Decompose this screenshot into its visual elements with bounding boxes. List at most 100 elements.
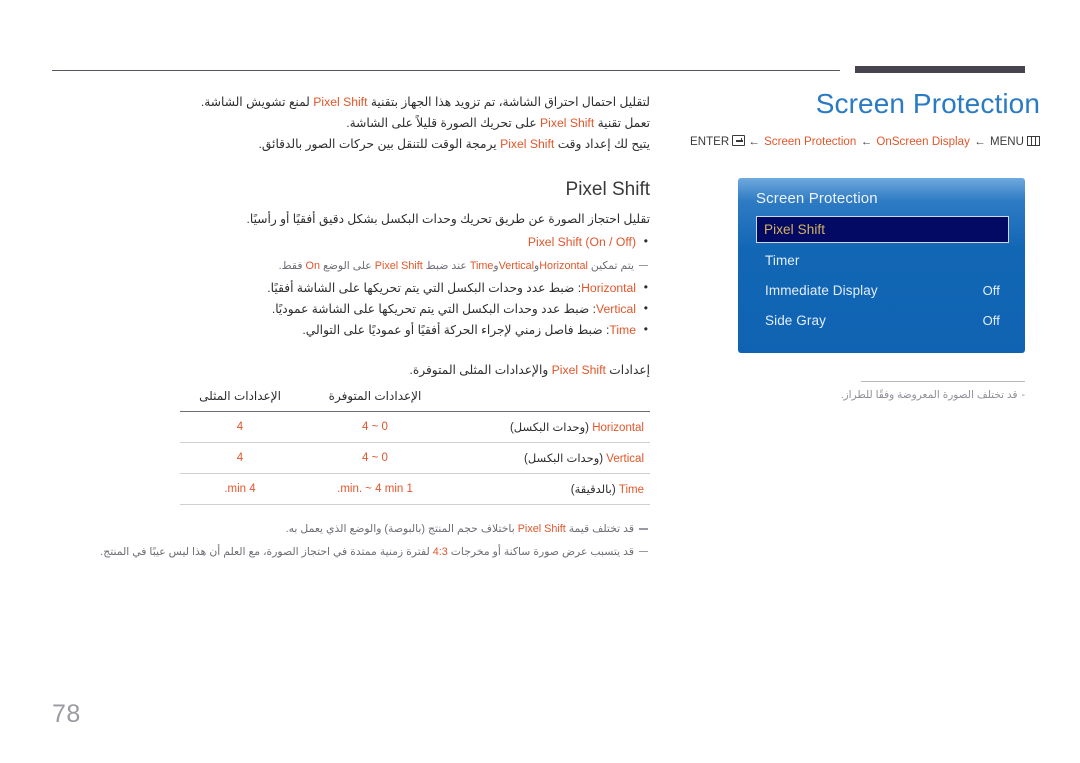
table-body: Horizontal (وحدات البكسل) 0 ~ 4 4 Vertic… [180, 411, 650, 506]
table-caption: إعدادات Pixel Shift والإعدادات المثلى ال… [52, 361, 650, 381]
bullet-text: : ضبط عدد وحدات البكسل التي يتم تحريكها … [267, 280, 582, 295]
table-header-row: الإعدادات المتوفرة الإعدادات المثلى [180, 386, 650, 412]
bottom-notes: قد تختلف قيمة Pixel Shift باختلاف حجم ال… [52, 521, 650, 561]
dash-note-kw-on: On [305, 259, 320, 272]
intro-keyword: Pixel Shift [500, 136, 555, 151]
table-header-optimum: الإعدادات المثلى [199, 389, 281, 404]
osd-item-label: Timer [765, 252, 800, 268]
table-caption-b: والإعدادات المثلى المتوفرة. [409, 362, 549, 377]
table-cell-name: Vertical (وحدات البكسل) [450, 442, 650, 475]
right-note-divider [861, 381, 1025, 382]
table-cell-name: Time (بالدقيقة) [450, 473, 650, 506]
breadcrumb-item-onscreen-display[interactable]: OnScreen Display [876, 136, 969, 148]
table-row: Time (بالدقيقة) 1 min. ~ 4 min. 4 min. [180, 473, 650, 506]
table-header-name [450, 386, 650, 412]
bullet-keyword: Horizontal [581, 280, 636, 295]
bullet-onoff-label: Pixel Shift (On / Off) [527, 234, 636, 249]
intro-line-1-b: لمنع تشويش الشاشة. [200, 95, 310, 109]
table-cell-unit: (وحدات البكسل) [524, 453, 607, 466]
section-description: تقليل احتجاز الصورة عن طريق تحريك وحدات … [246, 211, 650, 226]
osd-item-timer[interactable]: Timer [756, 245, 1009, 275]
breadcrumb-menu-label: MENU [989, 136, 1024, 149]
bottom-note-1-a: قد تختلف قيمة [568, 523, 634, 536]
dash-note-f: فقط. [278, 259, 303, 272]
table-cell-available: 1 min. ~ 4 min. [300, 473, 450, 506]
list-item: Horizontal: ضبط عدد وحدات البكسل التي يت… [52, 277, 650, 299]
osd-item-label: Side Gray [765, 312, 826, 328]
osd-item-value: Off [982, 282, 1000, 298]
table-cell-keyword: Time [618, 484, 644, 497]
intro-keyword: Pixel Shift [540, 115, 595, 130]
table-cell-name: Horizontal (وحدات البكسل) [450, 411, 650, 444]
osd-item-value: Off [982, 312, 1000, 328]
bottom-note-2-b: لفترة زمنية ممتدة في احتجاز الصورة، مع ا… [100, 545, 430, 558]
table-row: Vertical (وحدات البكسل) 0 ~ 4 4 [180, 442, 650, 475]
intro-block: لتقليل احتمال احتراق الشاشة، تم تزويد هذ… [52, 92, 650, 155]
page-number: 78 [52, 700, 81, 728]
table-cell-optimum: 4 min. [180, 473, 300, 506]
page-title: Screen Protection [815, 88, 1040, 119]
intro-line-2-a: تعمل تقنية [597, 115, 650, 130]
table-row: Horizontal (وحدات البكسل) 0 ~ 4 4 [180, 411, 650, 444]
intro-line-1-a: لتقليل احتمال احتراق الشاشة، تم تزويد هذ… [370, 95, 650, 109]
bullet-text: : ضبط عدد وحدات البكسل التي يتم تحريكها … [271, 301, 597, 316]
list-item: Pixel Shift (On / Off) [52, 231, 650, 253]
header-accent-bar [855, 66, 1025, 73]
osd-item-label: Immediate Display [765, 282, 878, 298]
settings-table: الإعدادات المتوفرة الإعدادات المثلى Hori… [180, 386, 650, 506]
list-item: Time: ضبط فاصل زمني لإجراء الحركة أفقيًا… [52, 319, 650, 341]
table-header-available: الإعدادات المتوفرة [328, 389, 422, 404]
osd-item-label: Pixel Shift [764, 222, 826, 237]
enter-key-icon [732, 135, 746, 147]
intro-line-2: تعمل تقنية Pixel Shift على تحريك الصورة … [52, 113, 650, 134]
table-cell-available: 0 ~ 4 [300, 411, 450, 444]
table-cell-unit: (وحدات البكسل) [509, 422, 593, 435]
intro-line-2-b: على تحريك الصورة قليلاً على الشاشة. [346, 115, 537, 130]
bullet-keyword: Vertical [596, 301, 636, 316]
bullet-text: : ضبط فاصل زمني لإجراء الحركة أفقيًا أو … [302, 322, 610, 337]
table-cell-optimum: 4 [180, 411, 300, 444]
breadcrumb-arrow-3: ← [974, 136, 986, 149]
intro-line-3-b: يرمجة الوقت للتنقل بين حركات الصور بالدق… [258, 136, 497, 151]
breadcrumb-item-screen-protection[interactable]: Screen Protection [764, 136, 856, 148]
note-text: قد تختلف الصورة المعروضة وفقًا للطراز. [840, 389, 1018, 401]
breadcrumb-enter-label: ENTER [690, 136, 730, 149]
intro-keyword: Pixel Shift [313, 95, 368, 109]
table-header: الإعدادات المتوفرة الإعدادات المثلى [180, 386, 650, 412]
osd-panel: Screen Protection Pixel Shift Timer Imme… [738, 178, 1025, 353]
breadcrumb-arrow-1: ← [748, 136, 760, 149]
osd-item-pixel-shift[interactable]: Pixel Shift [756, 216, 1009, 243]
dash-note-e: على الوضع [322, 259, 372, 272]
dash-note-kw-horizontal: Horizontal [539, 259, 588, 272]
bottom-note-1-b: باختلاف حجم المنتج (بالبوصة) والوضع الذي… [285, 523, 515, 536]
osd-item-immediate-display[interactable]: Immediate Display Off [756, 275, 1009, 305]
section-title: Pixel Shift [565, 178, 650, 200]
right-column: Screen Protection ENTER ← Screen Protecti… [640, 88, 1040, 148]
table-cell-unit: (بالدقيقة) [570, 484, 619, 497]
breadcrumb-arrow-2: ← [860, 136, 873, 149]
table-cell-keyword: Horizontal [592, 422, 644, 435]
intro-line-1: لتقليل احتمال احتراق الشاشة، تم تزويد هذ… [52, 92, 650, 113]
table-cell-optimum: 4 [180, 442, 300, 475]
bottom-note-2-keyword: 4:3 [432, 545, 448, 558]
bottom-note-2: قد يتسبب عرض صورة ساكنة أو مخرجات 4:3 لف… [52, 544, 650, 561]
osd-item-side-gray[interactable]: Side Gray Off [756, 305, 1009, 335]
table-cell-available: 0 ~ 4 [300, 442, 450, 475]
header-divider-line [52, 70, 840, 71]
dash-note-kw-time: Time [469, 259, 494, 272]
intro-line-3-a: يتيح لك إعداد وقت [557, 136, 650, 151]
section-sub-option-list: Horizontal: ضبط عدد وحدات البكسل التي يت… [52, 277, 650, 341]
dash-note-d: عند ضبط [425, 259, 467, 272]
dash-note-a: يتم تمكين [590, 259, 634, 272]
table-caption-keyword: Pixel Shift [551, 362, 606, 377]
manual-page: Screen Protection ENTER ← Screen Protecti… [0, 0, 1080, 763]
osd-panel-title: Screen Protection [756, 190, 878, 207]
intro-line-3: يتيح لك إعداد وقت Pixel Shift يرمجة الوق… [52, 134, 651, 155]
table-cell-keyword: Vertical [606, 453, 644, 466]
osd-caption-note: -قد تختلف الصورة المعروضة وفقًا للطراز. [760, 388, 1025, 404]
menu-bars-icon [1027, 136, 1040, 147]
bottom-note-1-keyword: Pixel Shift [517, 523, 566, 536]
left-column: لتقليل احتمال احتراق الشاشة، تم تزويد هذ… [52, 92, 650, 564]
bottom-note-2-a: قد يتسبب عرض صورة ساكنة أو مخرجات [450, 545, 634, 558]
dash-note-kw-pixelshift: Pixel Shift [374, 259, 423, 272]
